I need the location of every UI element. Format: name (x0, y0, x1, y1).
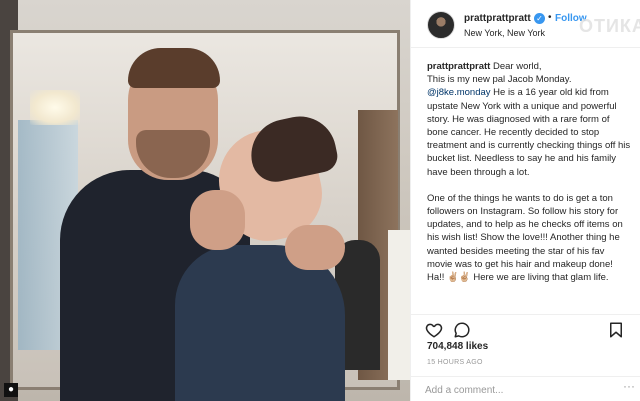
photo-lamp (30, 90, 80, 125)
caption-text: Dear world, (492, 61, 542, 72)
caption-paragraph: One of the things he wants to do is get … (427, 192, 632, 284)
post-actions (411, 314, 640, 342)
comment-input[interactable] (425, 382, 615, 398)
photo-hand (285, 225, 345, 270)
post-photo[interactable]: ● (0, 0, 410, 401)
caption-text: This is my new pal Jacob Monday. (427, 74, 572, 86)
verified-badge-icon: ✓ (534, 13, 545, 24)
post-caption: prattprattpratt Dear world, This is my n… (427, 60, 632, 297)
bookmark-icon[interactable] (607, 321, 625, 339)
photo-man-hair (128, 48, 220, 88)
photo-hand (190, 190, 245, 250)
caption-text: One of the things he wants to do is get … (427, 192, 623, 284)
post-header: prattprattpratt ✓ • Follow New York, New… (411, 0, 640, 48)
comment-bar: ··· (411, 376, 640, 401)
caption-paragraph: prattprattpratt Dear world, This is my n… (427, 60, 632, 179)
heart-icon[interactable] (425, 321, 443, 339)
like-count[interactable]: 704,848 likes (427, 341, 488, 352)
separator-dot: • (548, 12, 552, 23)
avatar[interactable] (427, 11, 455, 39)
post-timestamp[interactable]: 15 HOURS AGO (427, 359, 483, 366)
speech-bubble-icon[interactable] (453, 321, 471, 339)
photo-robe (388, 230, 410, 380)
watermark: ОТИКА (579, 16, 640, 36)
location-link[interactable]: New York, New York (464, 28, 545, 38)
more-options-icon[interactable]: ··· (623, 379, 635, 393)
username-link[interactable]: prattprattpratt (464, 13, 531, 24)
mention-link[interactable]: @j8ke.monday (427, 87, 491, 98)
post-sidebar: prattprattpratt ✓ • Follow New York, New… (410, 0, 640, 401)
user-tag-icon[interactable]: ● (4, 383, 18, 397)
caption-text: He is a 16 year old kid from upstate New… (427, 87, 631, 178)
caption-username[interactable]: prattprattpratt (427, 61, 490, 72)
